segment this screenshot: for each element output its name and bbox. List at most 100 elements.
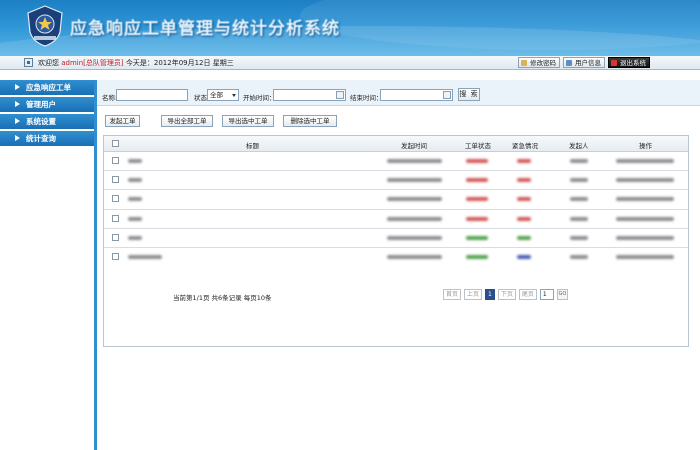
row-checkbox[interactable] xyxy=(112,233,119,241)
row-initiator xyxy=(570,159,588,163)
row-checkbox[interactable] xyxy=(112,252,119,260)
current-user: admin[总队管理员] xyxy=(61,58,124,67)
row-checkbox[interactable] xyxy=(112,195,119,203)
row-checkbox[interactable] xyxy=(112,176,119,184)
row-checkbox[interactable] xyxy=(112,157,119,164)
change-password-button[interactable]: 修改密码 xyxy=(518,57,560,68)
row-urgency xyxy=(517,159,531,163)
row-urgency xyxy=(517,197,531,202)
row-action-links[interactable] xyxy=(616,197,674,202)
table-row[interactable] xyxy=(104,171,688,191)
sidebar-item-label: 应急响应工单 xyxy=(26,83,71,92)
prev-page-button[interactable]: 上页 xyxy=(464,289,483,300)
row-initiator xyxy=(570,235,588,240)
table-row[interactable] xyxy=(104,152,688,172)
arrow-right-icon xyxy=(15,135,20,141)
end-time-input[interactable] xyxy=(380,89,453,101)
row-title[interactable] xyxy=(128,235,142,240)
export-selected-button[interactable]: 导出选中工单 xyxy=(222,115,274,127)
row-created-time xyxy=(387,197,442,202)
row-created-time xyxy=(387,235,442,240)
row-ticket-status xyxy=(466,178,488,183)
welcome-text: 欢迎您 admin[总队管理员] 今天是：2012年09月12日 星期三 xyxy=(38,58,234,68)
top-buttons: 修改密码 用户信息 退出系统 xyxy=(518,57,650,68)
column-ticket-status: 工单状态 xyxy=(465,142,491,150)
table-row[interactable] xyxy=(104,248,688,267)
sidebar-item-emergency-tickets[interactable]: 应急响应工单 xyxy=(0,80,94,95)
end-time-label: 结束时间： xyxy=(350,94,383,102)
row-title[interactable] xyxy=(128,178,142,183)
column-initiator: 发起人 xyxy=(569,142,589,150)
row-title[interactable] xyxy=(128,216,142,221)
status-select[interactable]: 全部 xyxy=(207,89,239,101)
row-initiator xyxy=(570,178,588,183)
sidebar-item-statistics[interactable]: 统计查询 xyxy=(0,131,94,146)
pager-info: 当前第1/1页 共6条记录 每页10条 xyxy=(173,294,272,302)
row-created-time xyxy=(387,254,442,259)
search-bar: 名称: 状态 全部 开始时间： 结束时间： 搜 索 xyxy=(97,80,700,106)
row-title[interactable] xyxy=(128,197,142,202)
search-button[interactable]: 搜 索 xyxy=(458,88,480,101)
row-ticket-status xyxy=(466,254,488,259)
goto-page-button[interactable]: GO xyxy=(556,289,568,300)
column-created-time: 发起时间 xyxy=(401,142,427,150)
row-ticket-status xyxy=(466,197,488,202)
sidebar-item-manage-users[interactable]: 管理用户 xyxy=(0,97,94,112)
table-row[interactable] xyxy=(104,210,688,229)
row-action-links[interactable] xyxy=(616,178,674,183)
user-info-button[interactable]: 用户信息 xyxy=(563,57,605,68)
status-label: 状态 xyxy=(194,94,207,102)
user-info-label: 用户信息 xyxy=(575,59,601,67)
sidebar-item-label: 管理用户 xyxy=(26,100,56,109)
row-ticket-status xyxy=(466,235,488,240)
row-urgency xyxy=(517,216,531,221)
delete-selected-button[interactable]: 删除选中工单 xyxy=(283,115,337,127)
goto-page-input[interactable]: 1 xyxy=(539,289,554,300)
table-row[interactable] xyxy=(104,229,688,248)
logout-icon xyxy=(611,60,617,66)
row-action-links[interactable] xyxy=(616,235,674,240)
current-page[interactable]: 1 xyxy=(485,289,495,300)
first-page-button[interactable]: 首页 xyxy=(443,289,462,300)
calendar-icon[interactable] xyxy=(443,91,451,99)
arrow-right-icon xyxy=(15,118,20,124)
logout-label: 退出系统 xyxy=(620,59,646,67)
column-title: 标题 xyxy=(246,142,259,150)
next-page-button[interactable]: 下页 xyxy=(497,289,516,300)
system-title: 应急响应工单管理与统计分析系统 xyxy=(70,19,340,39)
user-info-icon xyxy=(566,60,572,66)
row-title[interactable] xyxy=(128,159,142,163)
arrow-right-icon xyxy=(15,101,20,107)
key-icon xyxy=(521,60,527,66)
row-urgency xyxy=(517,235,531,240)
start-time-input[interactable] xyxy=(273,89,346,101)
select-all-checkbox[interactable] xyxy=(112,140,119,147)
today-date: 今天是：2012年09月12日 星期三 xyxy=(125,58,234,67)
change-password-label: 修改密码 xyxy=(530,59,556,67)
ticket-table: 标题 发起时间 工单状态 紧急情况 发起人 操作 xyxy=(103,135,689,347)
last-page-button[interactable]: 尾页 xyxy=(518,289,537,300)
table-row[interactable] xyxy=(104,190,688,210)
row-action-links[interactable] xyxy=(616,159,674,163)
sidebar: 应急响应工单 管理用户 系统设置 统计查询 xyxy=(0,80,97,450)
table-header: 标题 发起时间 工单状态 紧急情况 发起人 操作 xyxy=(104,136,688,152)
sidebar-item-system-settings[interactable]: 系统设置 xyxy=(0,114,94,129)
row-created-time xyxy=(387,159,442,163)
info-bar: 欢迎您 admin[总队管理员] 今天是：2012年09月12日 星期三 修改密… xyxy=(0,56,700,70)
header-banner: 应急响应工单管理与统计分析系统 xyxy=(0,0,700,56)
sidebar-item-label: 系统设置 xyxy=(26,117,56,126)
row-initiator xyxy=(570,197,588,202)
calendar-icon[interactable] xyxy=(336,91,344,99)
row-title[interactable] xyxy=(128,254,162,259)
export-all-button[interactable]: 导出全部工单 xyxy=(161,115,213,127)
name-input[interactable] xyxy=(116,89,188,101)
create-ticket-button[interactable]: 发起工单 xyxy=(105,115,140,127)
row-checkbox[interactable] xyxy=(112,214,119,222)
row-urgency xyxy=(517,178,531,183)
logout-button[interactable]: 退出系统 xyxy=(608,57,650,68)
status-select-value: 全部 xyxy=(210,91,223,99)
row-initiator xyxy=(570,216,588,221)
row-action-links[interactable] xyxy=(616,216,674,221)
row-action-links[interactable] xyxy=(616,254,674,259)
table-body xyxy=(104,152,688,267)
